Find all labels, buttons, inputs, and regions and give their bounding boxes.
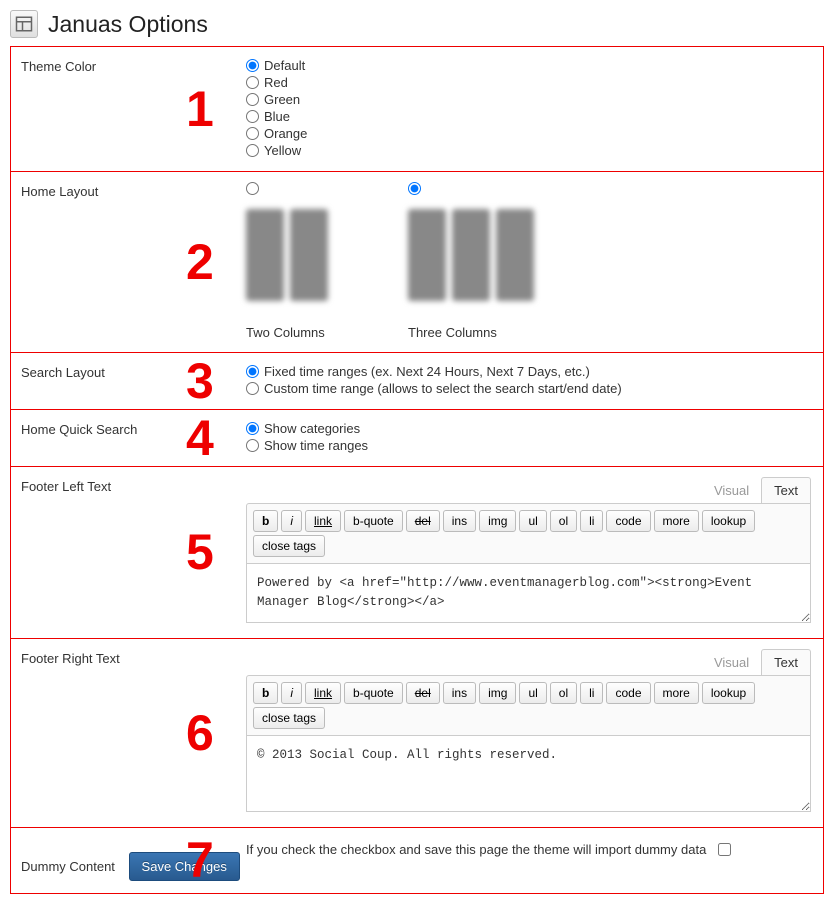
footer-left-label: Footer Left Text	[21, 479, 111, 494]
tab-visual[interactable]: Visual	[701, 477, 762, 503]
ed-btn-img[interactable]: img	[479, 682, 516, 704]
theme-option-default[interactable]: Default	[246, 57, 811, 74]
ed-btn-italic[interactable]: i	[281, 682, 302, 704]
dummy-label: Dummy Content	[21, 859, 115, 874]
ed-btn-ol[interactable]: ol	[550, 682, 577, 704]
ed-btn-closetags[interactable]: close tags	[253, 535, 325, 557]
section-number: 6	[186, 704, 214, 762]
theme-option-blue[interactable]: Blue	[246, 108, 811, 125]
section-quick-search: Home Quick Search 4 Show categories Show…	[11, 410, 823, 467]
ed-btn-ul[interactable]: ul	[519, 510, 546, 532]
save-button[interactable]: Save Changes	[129, 852, 240, 881]
section-dummy: Dummy Content 7 Save Changes If you chec…	[11, 828, 823, 893]
page-header: Januas Options	[10, 10, 824, 46]
search-option-custom[interactable]: Custom time range (allows to select the …	[246, 380, 811, 397]
ed-btn-ol[interactable]: ol	[550, 510, 577, 532]
ed-btn-code[interactable]: code	[606, 682, 650, 704]
footer-left-editor: Visual Text b i link b-quote del ins img…	[246, 477, 811, 626]
editor-toolbar: b i link b-quote del ins img ul ol li co…	[246, 675, 811, 736]
ed-btn-del[interactable]: del	[406, 682, 440, 704]
ed-btn-link[interactable]: link	[305, 682, 341, 704]
page-title: Januas Options	[48, 11, 208, 38]
theme-option-orange[interactable]: Orange	[246, 125, 811, 142]
ed-btn-bold[interactable]: b	[253, 510, 278, 532]
ed-btn-ins[interactable]: ins	[443, 510, 476, 532]
ed-btn-lookup[interactable]: lookup	[702, 682, 755, 704]
section-home-layout: Home Layout 2 Two Columns Three Column	[11, 172, 823, 353]
layout-option-three-columns[interactable]: Three Columns	[408, 182, 534, 340]
ed-btn-link[interactable]: link	[305, 510, 341, 532]
search-option-fixed[interactable]: Fixed time ranges (ex. Next 24 Hours, Ne…	[246, 363, 811, 380]
ed-btn-img[interactable]: img	[479, 510, 516, 532]
footer-right-label: Footer Right Text	[21, 651, 120, 666]
ed-btn-del[interactable]: del	[406, 510, 440, 532]
section-search-layout: Search Layout 3 Fixed time ranges (ex. N…	[11, 353, 823, 410]
ed-btn-ins[interactable]: ins	[443, 682, 476, 704]
theme-option-green[interactable]: Green	[246, 91, 811, 108]
options-form: Theme Color 1 Default Red Green Blue Ora…	[10, 46, 824, 894]
search-layout-label: Search Layout	[21, 365, 105, 380]
quick-search-label: Home Quick Search	[21, 422, 137, 437]
ed-btn-bold[interactable]: b	[253, 682, 278, 704]
quick-option-categories[interactable]: Show categories	[246, 420, 811, 437]
tab-text[interactable]: Text	[761, 649, 811, 675]
options-icon	[10, 10, 38, 38]
layout-option-two-columns[interactable]: Two Columns	[246, 182, 328, 340]
ed-btn-closetags[interactable]: close tags	[253, 707, 325, 729]
footer-right-editor: Visual Text b i link b-quote del ins img…	[246, 649, 811, 815]
dummy-text: If you check the checkbox and save this …	[246, 842, 706, 857]
footer-left-textarea[interactable]	[246, 564, 811, 623]
tab-text[interactable]: Text	[761, 477, 811, 503]
section-number: 3	[186, 352, 214, 410]
dummy-checkbox[interactable]	[718, 843, 731, 856]
section-footer-left: Footer Left Text 5 Visual Text b i link …	[11, 467, 823, 639]
ed-btn-italic[interactable]: i	[281, 510, 302, 532]
section-theme-color: Theme Color 1 Default Red Green Blue Ora…	[11, 47, 823, 172]
ed-btn-li[interactable]: li	[580, 510, 603, 532]
ed-btn-more[interactable]: more	[654, 510, 699, 532]
ed-btn-lookup[interactable]: lookup	[702, 510, 755, 532]
editor-toolbar: b i link b-quote del ins img ul ol li co…	[246, 503, 811, 564]
two-columns-thumb	[246, 209, 328, 301]
theme-color-label: Theme Color	[21, 59, 96, 74]
footer-right-textarea[interactable]	[246, 736, 811, 812]
tab-visual[interactable]: Visual	[701, 649, 762, 675]
theme-option-red[interactable]: Red	[246, 74, 811, 91]
ed-btn-ul[interactable]: ul	[519, 682, 546, 704]
ed-btn-code[interactable]: code	[606, 510, 650, 532]
ed-btn-bquote[interactable]: b-quote	[344, 682, 403, 704]
ed-btn-li[interactable]: li	[580, 682, 603, 704]
ed-btn-bquote[interactable]: b-quote	[344, 510, 403, 532]
three-columns-thumb	[408, 209, 534, 301]
ed-btn-more[interactable]: more	[654, 682, 699, 704]
section-number: 1	[186, 80, 214, 138]
home-layout-label: Home Layout	[21, 184, 98, 199]
theme-option-yellow[interactable]: Yellow	[246, 142, 811, 159]
section-number: 4	[186, 409, 214, 467]
quick-option-time-ranges[interactable]: Show time ranges	[246, 437, 811, 454]
section-number: 5	[186, 523, 214, 581]
section-footer-right: Footer Right Text 6 Visual Text b i link…	[11, 639, 823, 828]
section-number: 2	[186, 233, 214, 291]
